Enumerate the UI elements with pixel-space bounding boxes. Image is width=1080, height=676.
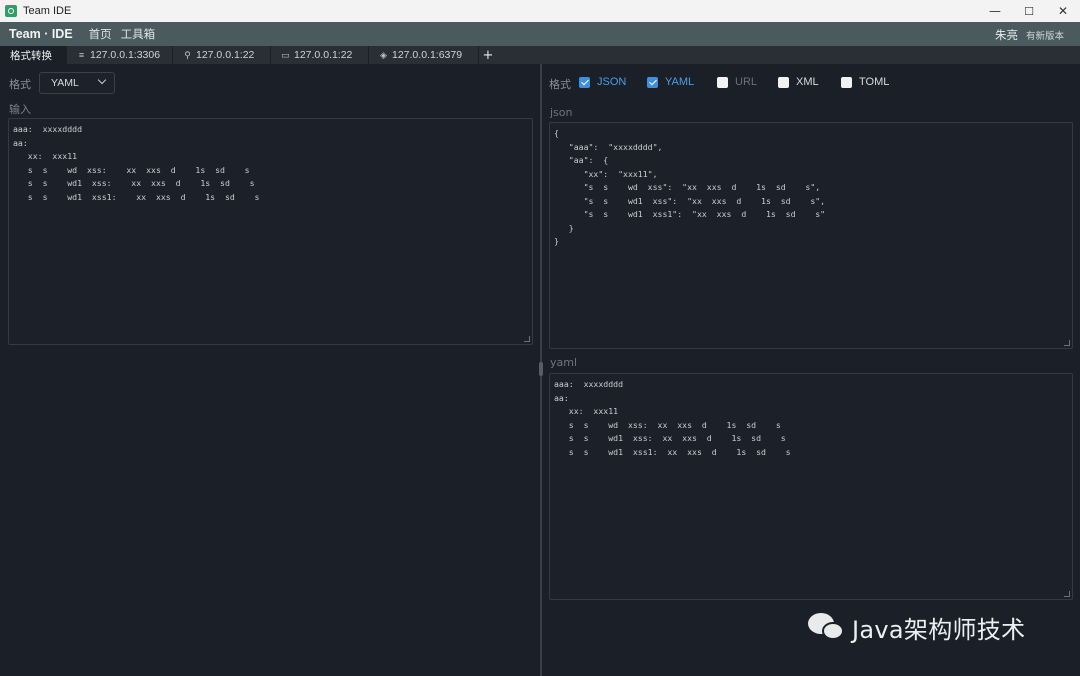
- tab-format-convert[interactable]: 格式转换: [0, 46, 67, 64]
- input-label: 输入: [9, 103, 31, 116]
- watermark: Java架构师技术: [808, 610, 1025, 645]
- close-button[interactable]: ✕: [1046, 0, 1080, 22]
- link-icon: ⚲: [184, 49, 191, 60]
- maximize-button[interactable]: ☐: [1012, 0, 1046, 22]
- tab-redis-connection[interactable]: ◈ 127.0.0.1:6379: [369, 46, 479, 64]
- tab-bar: 格式转换 ≡ 127.0.0.1:3306 ⚲ 127.0.0.1:22 ▭ 1…: [0, 46, 1080, 64]
- yaml-output-textarea[interactable]: aaa: xxxxdddd aa: xx: xxx11 s s wd xss: …: [549, 373, 1073, 600]
- tab-label: 127.0.0.1:22: [294, 49, 353, 61]
- tab-terminal-connection[interactable]: ▭ 127.0.0.1:22: [271, 46, 369, 64]
- input-textarea[interactable]: aaa: xxxxdddd aa: xx: xxx11 s s wd xss: …: [8, 118, 533, 345]
- yaml-output-text[interactable]: aaa: xxxxdddd aa: xx: xxx11 s s wd xss: …: [554, 378, 1068, 459]
- window-title: Team IDE: [23, 5, 72, 17]
- option-label: XML: [796, 76, 819, 88]
- input-pane: 格式 YAML 输入 aaa: xxxxdddd aa: xx: xxx11 s…: [0, 64, 540, 676]
- tab-ssh-connection[interactable]: ⚲ 127.0.0.1:22: [173, 46, 271, 64]
- resize-grip-icon[interactable]: [524, 336, 530, 342]
- option-json[interactable]: JSON: [579, 76, 626, 88]
- app-brand[interactable]: Team · IDE: [9, 27, 73, 41]
- add-tab-button[interactable]: +: [479, 46, 497, 64]
- yaml-output-label: yaml: [550, 356, 578, 369]
- user-name[interactable]: 朱亮: [995, 27, 1018, 43]
- xml-checkbox[interactable]: [778, 76, 789, 88]
- tab-label: 127.0.0.1:22: [196, 49, 255, 61]
- url-checkbox[interactable]: [717, 76, 728, 88]
- option-label: YAML: [665, 76, 695, 88]
- toml-checkbox[interactable]: [841, 76, 852, 88]
- minimize-button[interactable]: —: [978, 0, 1012, 22]
- chevron-down-icon: [97, 75, 107, 85]
- terminal-icon: ▭: [281, 49, 290, 60]
- output-format-label: 格式: [549, 78, 571, 91]
- option-yaml[interactable]: YAML: [647, 76, 694, 88]
- update-available-link[interactable]: 有新版本: [1026, 28, 1064, 42]
- resize-grip-icon[interactable]: [1064, 591, 1070, 597]
- app-logo-icon: [5, 5, 17, 17]
- option-xml[interactable]: XML: [778, 76, 819, 88]
- yaml-checkbox[interactable]: [647, 76, 658, 88]
- json-output-label: json: [550, 106, 573, 119]
- nav-home[interactable]: 首页: [89, 26, 112, 42]
- input-format-select[interactable]: YAML: [39, 72, 115, 94]
- window-titlebar: Team IDE — ☐ ✕: [0, 0, 1080, 22]
- tab-mysql-connection[interactable]: ≡ 127.0.0.1:3306: [67, 46, 173, 64]
- option-label: TOML: [859, 76, 890, 88]
- json-output-text[interactable]: { "aaa": "xxxxdddd", "aa": { "xx": "xxx1…: [554, 127, 1068, 249]
- json-output-textarea[interactable]: { "aaa": "xxxxdddd", "aa": { "xx": "xxx1…: [549, 122, 1073, 349]
- json-checkbox[interactable]: [579, 76, 590, 88]
- resize-grip-icon[interactable]: [1064, 340, 1070, 346]
- cube-icon: ◈: [380, 49, 387, 60]
- tab-label: 127.0.0.1:6379: [392, 49, 463, 61]
- option-label: JSON: [597, 76, 627, 88]
- database-icon: ≡: [78, 50, 85, 60]
- tab-label: 127.0.0.1:3306: [90, 49, 161, 61]
- option-url[interactable]: URL: [717, 76, 757, 88]
- input-format-label: 格式: [9, 78, 31, 91]
- option-label: URL: [735, 76, 758, 88]
- input-text[interactable]: aaa: xxxxdddd aa: xx: xxx11 s s wd xss: …: [13, 123, 528, 204]
- wechat-icon: [808, 612, 846, 643]
- app-header: Team · IDE 首页 工具箱 朱亮 有新版本: [0, 22, 1080, 46]
- watermark-text: Java架构师技术: [852, 616, 1026, 644]
- input-format-value: YAML: [51, 77, 79, 89]
- nav-toolbox[interactable]: 工具箱: [121, 26, 156, 42]
- option-toml[interactable]: TOML: [841, 76, 889, 88]
- tab-label: 格式转换: [10, 49, 52, 62]
- output-pane: 格式 JSON YAML URL XML TOML json { "aaa": …: [542, 64, 1080, 676]
